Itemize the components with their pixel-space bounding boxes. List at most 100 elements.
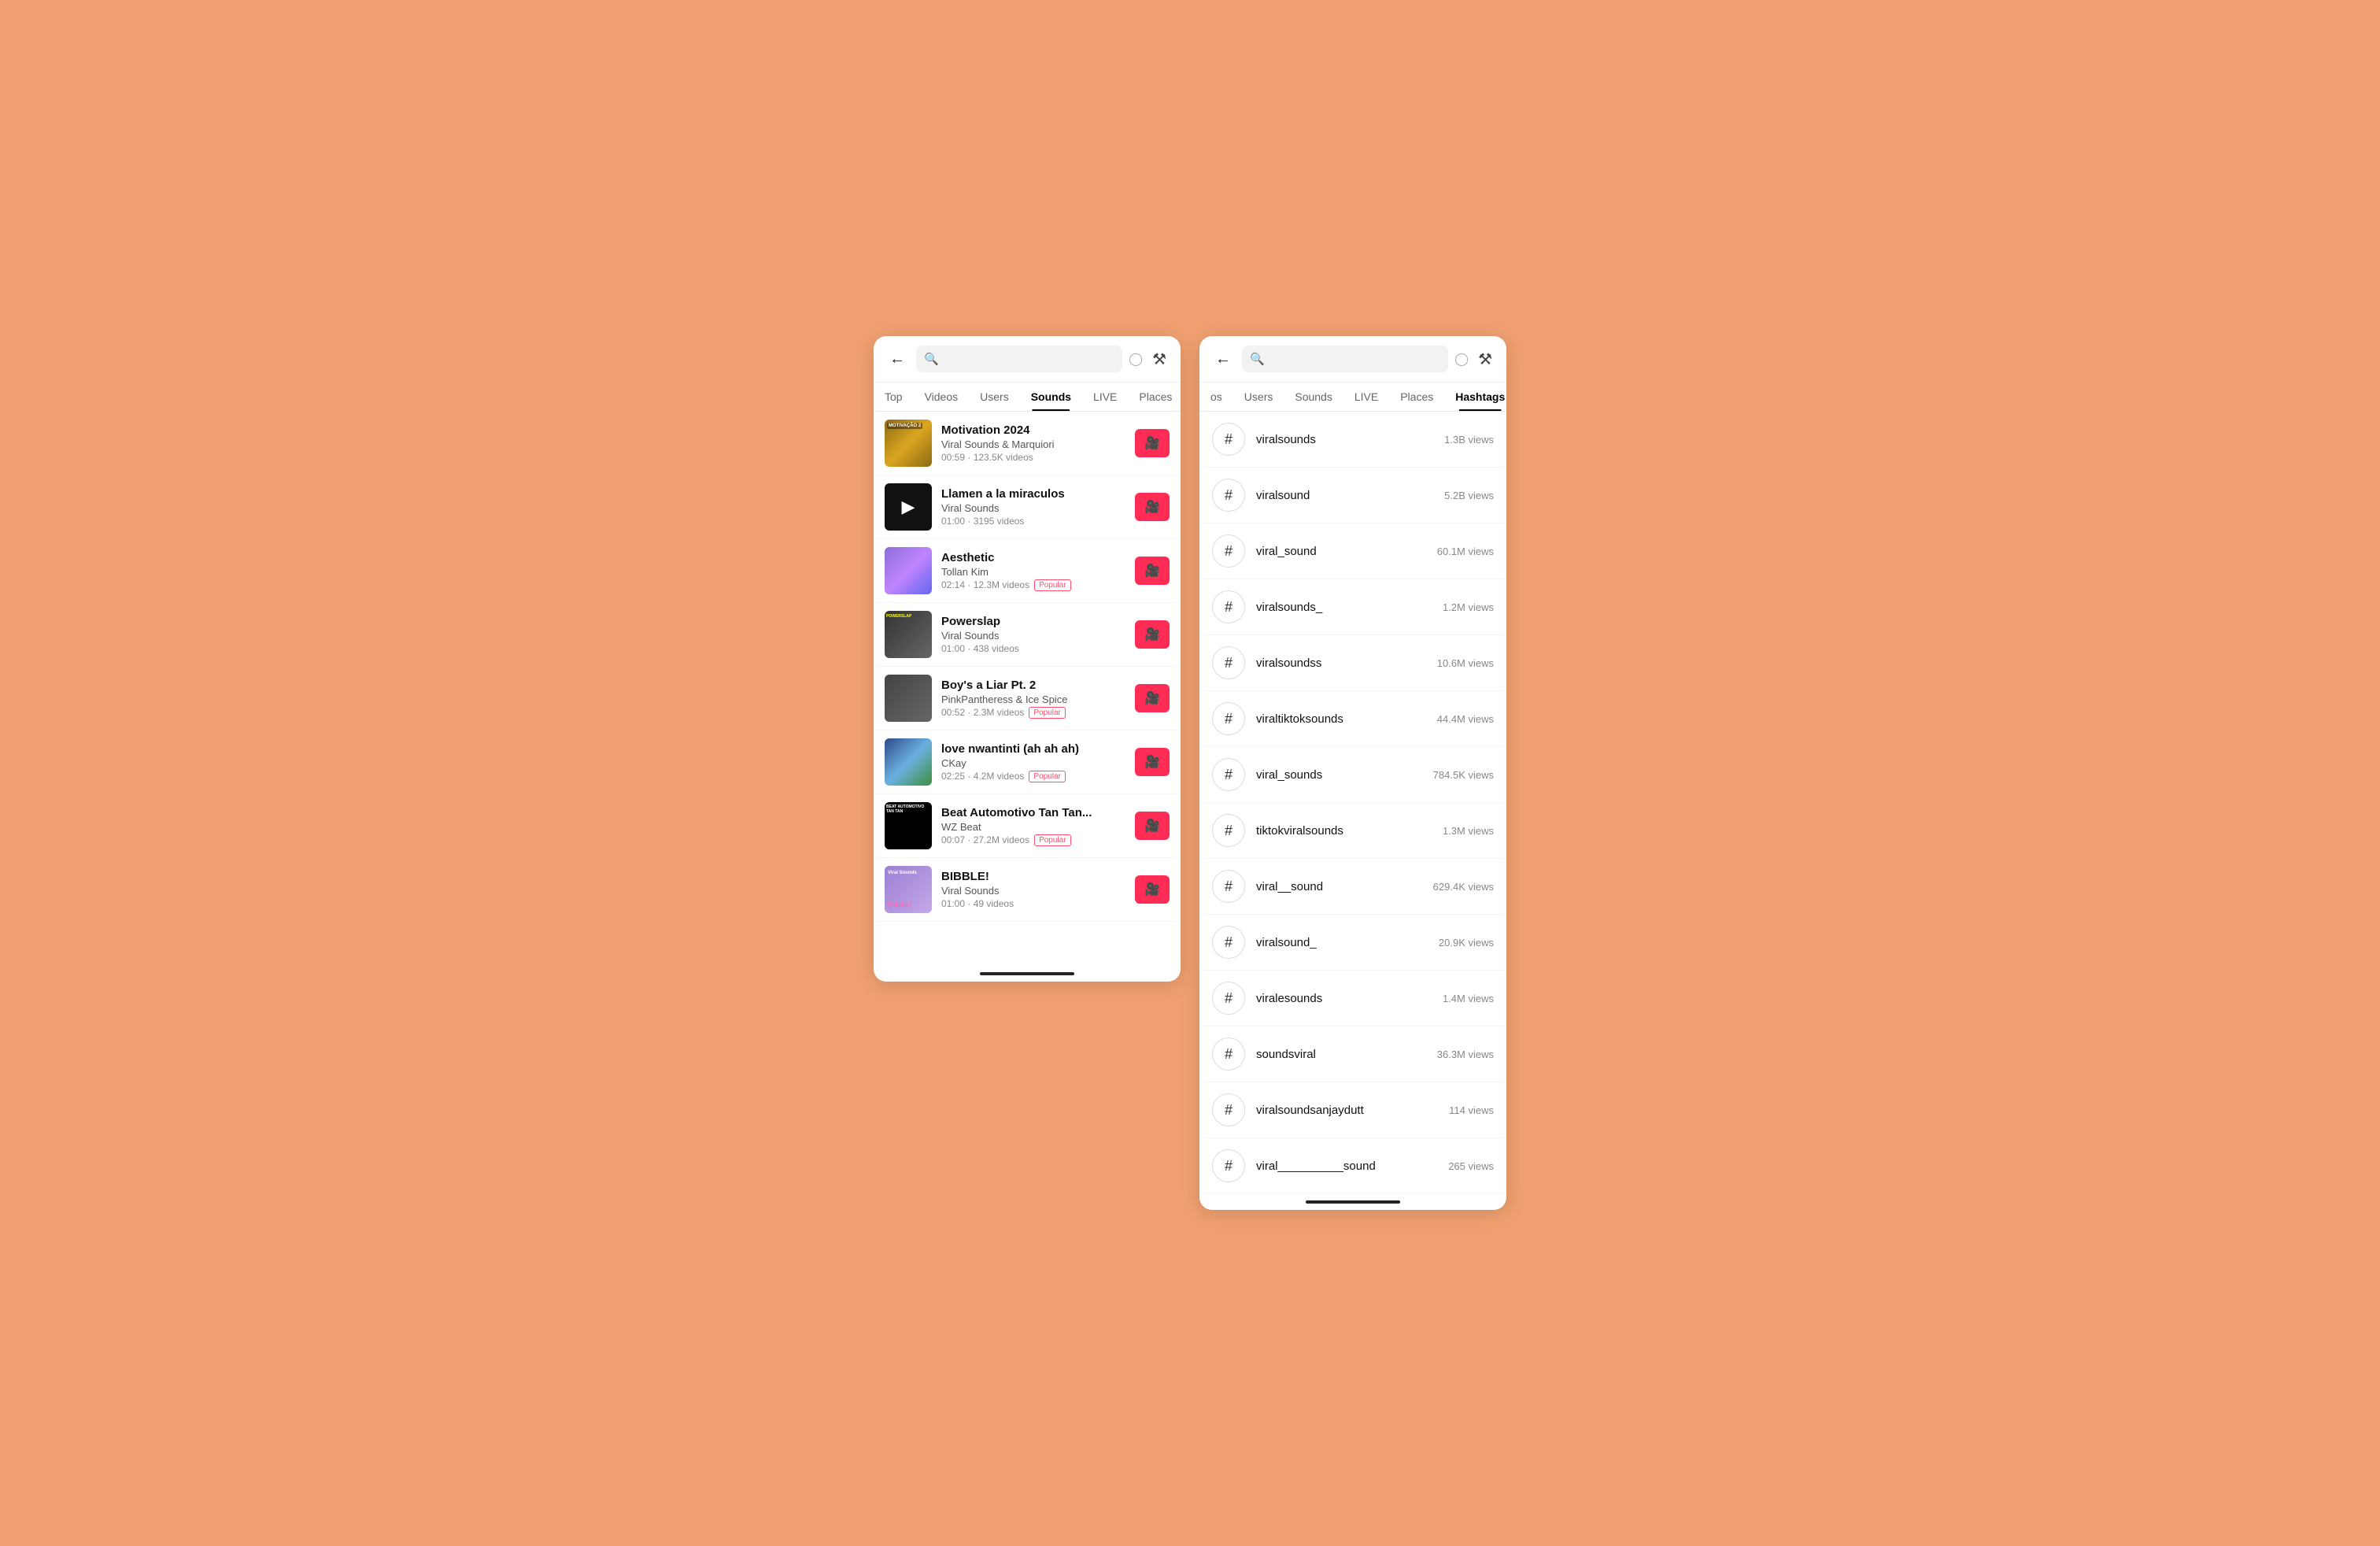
sound-item[interactable]: Powerslap Viral Sounds 01:00 · 438 video…: [874, 603, 1181, 667]
sound-title: Beat Automotivo Tan Tan...: [941, 806, 1125, 819]
scroll-indicator-left: [874, 966, 1181, 982]
use-sound-button[interactable]: 🎥: [1135, 875, 1170, 904]
use-sound-button[interactable]: 🎥: [1135, 493, 1170, 521]
use-sound-button[interactable]: 🎥: [1135, 620, 1170, 649]
scroll-bar-left: [980, 972, 1074, 975]
sound-artist: Viral Sounds: [941, 502, 1125, 514]
hashtag-views: 10.6M views: [1437, 657, 1494, 669]
filter-button-right[interactable]: ⚒: [1475, 348, 1495, 371]
tab-hashtags[interactable]: Hashtags: [1444, 383, 1506, 411]
play-icon: ▶: [902, 497, 915, 517]
filter-button-left[interactable]: ⚒: [1149, 348, 1170, 371]
search-bar-left: ← 🔍 ◯ ⚒: [874, 336, 1181, 383]
tab-live-r[interactable]: LIVE: [1343, 383, 1389, 411]
hashtag-views: 36.3M views: [1437, 1049, 1494, 1060]
sound-artist: Viral Sounds & Marquiori: [941, 438, 1125, 450]
phones-container: ← 🔍 ◯ ⚒ Top Videos Users Sounds LIVE Pla…: [874, 336, 1506, 1210]
sound-item[interactable]: Motivation 2024 Viral Sounds & Marquiori…: [874, 412, 1181, 475]
use-sound-button[interactable]: 🎥: [1135, 812, 1170, 840]
sound-item[interactable]: Aesthetic Tollan Kim 02:14 · 12.3M video…: [874, 539, 1181, 603]
hashtag-item[interactable]: # viral_sound 60.1M views: [1199, 523, 1506, 579]
hashtag-item[interactable]: # viralsound 5.2B views: [1199, 468, 1506, 523]
use-sound-button[interactable]: 🎥: [1135, 429, 1170, 457]
sound-duration: 02:14 · 12.3M videos: [941, 579, 1029, 590]
hashtag-icon: #: [1212, 534, 1245, 568]
sound-artist: WZ Beat: [941, 821, 1125, 833]
use-sound-button[interactable]: 🎥: [1135, 557, 1170, 585]
tab-videos[interactable]: Videos: [914, 383, 970, 411]
tab-live[interactable]: LIVE: [1082, 383, 1128, 411]
sound-duration: 00:52 · 2.3M videos: [941, 707, 1024, 718]
hashtag-name: viral__sound: [1256, 880, 1422, 893]
hashtag-icon: #: [1212, 814, 1245, 847]
hashtag-icon: #: [1212, 1093, 1245, 1126]
tab-os[interactable]: os: [1199, 383, 1233, 411]
scroll-indicator-right: [1199, 1194, 1506, 1210]
hashtag-icon: #: [1212, 423, 1245, 456]
sound-title: Boy's a Liar Pt. 2: [941, 679, 1125, 692]
sound-duration: 01:00 · 3195 videos: [941, 516, 1024, 527]
sound-artist: CKay: [941, 757, 1125, 769]
hashtag-item[interactable]: # soundsviral 36.3M views: [1199, 1026, 1506, 1082]
use-sound-button[interactable]: 🎥: [1135, 684, 1170, 712]
sound-info: Llamen a la miraculos Viral Sounds 01:00…: [941, 487, 1125, 527]
sound-meta: 00:07 · 27.2M videos Popular: [941, 834, 1125, 846]
sound-thumb: [885, 420, 932, 467]
hashtag-item[interactable]: # viralsounds 1.3B views: [1199, 412, 1506, 468]
sound-artist: Tollan Kim: [941, 566, 1125, 578]
clear-button-left[interactable]: ◯: [1129, 351, 1143, 367]
hashtag-item[interactable]: # viraltiktoksounds 44.4M views: [1199, 691, 1506, 747]
hashtag-name: viralsounds: [1256, 433, 1433, 446]
sound-item[interactable]: BIBBLE! Viral Sounds 01:00 · 49 videos 🎥: [874, 858, 1181, 922]
hashtag-views: 60.1M views: [1437, 546, 1494, 557]
sound-item[interactable]: ▶ Llamen a la miraculos Viral Sounds 01:…: [874, 475, 1181, 539]
tab-users-r[interactable]: Users: [1233, 383, 1284, 411]
sound-info: BIBBLE! Viral Sounds 01:00 · 49 videos: [941, 870, 1125, 909]
sound-title: Motivation 2024: [941, 423, 1125, 437]
search-icon-left: 🔍: [924, 352, 939, 366]
hashtag-name: viral__________sound: [1256, 1160, 1437, 1173]
hashtag-icon: #: [1212, 1037, 1245, 1071]
search-input-wrapper-right[interactable]: 🔍: [1242, 346, 1448, 372]
back-button-left[interactable]: ←: [885, 349, 910, 370]
clear-button-right[interactable]: ◯: [1454, 351, 1469, 367]
tab-users[interactable]: Users: [969, 383, 1020, 411]
hashtag-item[interactable]: # viralsound_ 20.9K views: [1199, 915, 1506, 971]
hashtag-views: 1.4M views: [1443, 993, 1494, 1004]
hashtag-item[interactable]: # viralsoundss 10.6M views: [1199, 635, 1506, 691]
sound-meta: 01:00 · 3195 videos: [941, 516, 1125, 527]
sound-thumb: [885, 866, 932, 913]
hashtag-item[interactable]: # viral__________sound 265 views: [1199, 1138, 1506, 1194]
use-sound-button[interactable]: 🎥: [1135, 748, 1170, 776]
tabs-left: Top Videos Users Sounds LIVE Places Has.…: [874, 383, 1181, 412]
hashtag-item[interactable]: # tiktokviralsounds 1.3M views: [1199, 803, 1506, 859]
hashtag-icon: #: [1212, 1149, 1245, 1182]
hashtag-views: 1.3M views: [1443, 825, 1494, 837]
tab-sounds[interactable]: Sounds: [1020, 383, 1082, 411]
sound-item[interactable]: love nwantinti (ah ah ah) CKay 02:25 · 4…: [874, 730, 1181, 794]
hashtag-item[interactable]: # viralsoundsanjaydutt 114 views: [1199, 1082, 1506, 1138]
hashtag-icon: #: [1212, 702, 1245, 735]
sound-item[interactable]: Beat Automotivo Tan Tan... WZ Beat 00:07…: [874, 794, 1181, 858]
sound-list: Motivation 2024 Viral Sounds & Marquiori…: [874, 412, 1181, 966]
tab-top[interactable]: Top: [874, 383, 914, 411]
sound-title: BIBBLE!: [941, 870, 1125, 883]
hashtag-views: 44.4M views: [1437, 713, 1494, 725]
tab-places-r[interactable]: Places: [1389, 383, 1444, 411]
hashtag-item[interactable]: # viral__sound 629.4K views: [1199, 859, 1506, 915]
search-input-wrapper-left[interactable]: 🔍: [916, 346, 1122, 372]
scroll-bar-right: [1306, 1200, 1400, 1204]
hashtag-name: viralsoundsanjaydutt: [1256, 1104, 1438, 1117]
hashtag-item[interactable]: # viralsounds_ 1.2M views: [1199, 579, 1506, 635]
tab-sounds-r[interactable]: Sounds: [1284, 383, 1343, 411]
hashtag-name: viralesounds: [1256, 992, 1432, 1005]
hashtag-icon: #: [1212, 646, 1245, 679]
hashtag-item[interactable]: # viral_sounds 784.5K views: [1199, 747, 1506, 803]
back-button-right[interactable]: ←: [1210, 349, 1236, 370]
sound-item[interactable]: Boy's a Liar Pt. 2 PinkPantheress & Ice …: [874, 667, 1181, 730]
tab-places[interactable]: Places: [1128, 383, 1181, 411]
hashtag-name: tiktokviralsounds: [1256, 824, 1432, 838]
sound-title: Aesthetic: [941, 551, 1125, 564]
hashtag-item[interactable]: # viralesounds 1.4M views: [1199, 971, 1506, 1026]
hashtag-name: viralsounds_: [1256, 601, 1432, 614]
